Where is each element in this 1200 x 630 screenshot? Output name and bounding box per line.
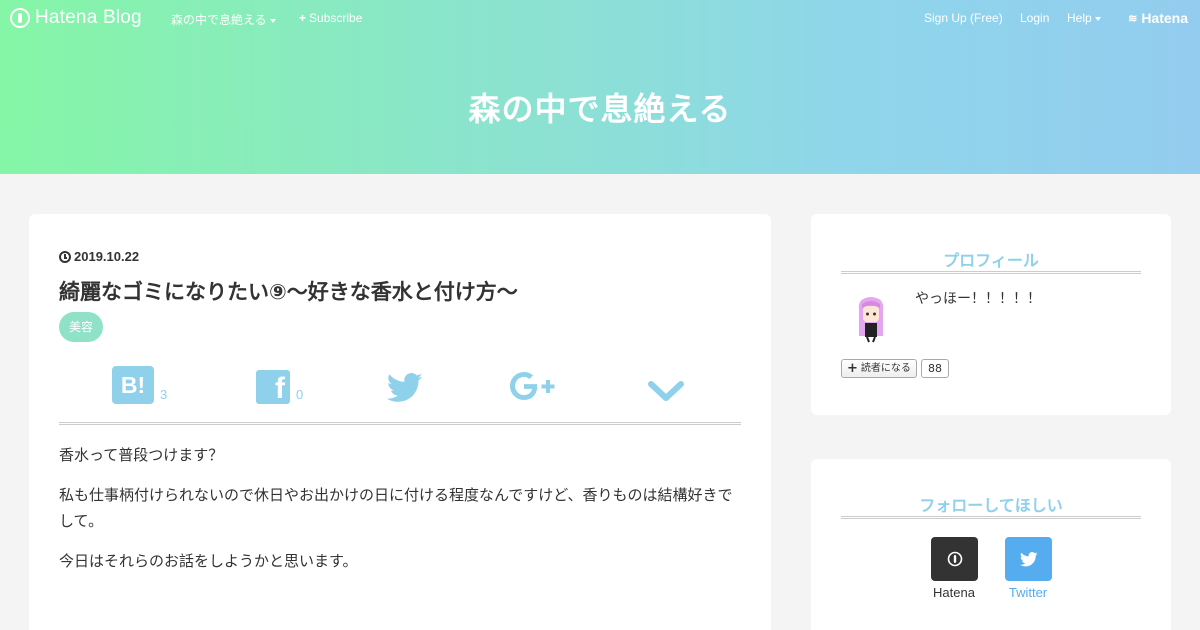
- category-badge[interactable]: 美容: [59, 312, 104, 342]
- share-buttons: B! 3 f 0: [59, 354, 741, 414]
- module-divider: [841, 516, 1141, 519]
- signup-link[interactable]: Sign Up (Free): [924, 11, 1003, 25]
- facebook-icon: f: [256, 370, 290, 404]
- hatena-logo-text: Hatena: [1141, 10, 1188, 26]
- clock-icon: [59, 250, 71, 263]
- blog-menu-label: 森の中で息絶える: [171, 13, 267, 27]
- become-reader-label: 読者になる: [860, 363, 911, 374]
- hatena-bookmark-share[interactable]: B! 3: [112, 354, 167, 404]
- follow-title: フォローしてほしい: [919, 496, 1063, 515]
- facebook-share[interactable]: f 0: [256, 354, 303, 404]
- profile-message: やっほー！！！！！: [915, 291, 1041, 307]
- share-divider: [59, 422, 741, 425]
- hatena-blog-logo-icon: [10, 8, 30, 28]
- follow-twitter-label[interactable]: Twitter: [988, 585, 1068, 600]
- follow-hatena-button[interactable]: [931, 537, 978, 581]
- article-card: 2019.10.22 綺麗なゴミになりたい⑨～好きな香水と付け方～ 美容 B! …: [29, 214, 771, 630]
- entry-paragraph: 私も仕事柄付けられないので休日やお出かけの日に付ける程度なんですけど、香りものは…: [59, 486, 733, 530]
- hatena-blog-brand[interactable]: Hatena Blog: [10, 7, 142, 29]
- entry-date-text: 2019.10.22: [74, 249, 140, 264]
- entry-title[interactable]: 綺麗なゴミになりたい⑨～好きな香水と付け方～: [59, 276, 518, 306]
- entry-paragraph: 今日はそれらのお話をしようかと思います。: [59, 552, 358, 570]
- global-header: Hatena Blog 森の中で息絶える + Subscribe Sign Up …: [0, 0, 1200, 36]
- caret-down-icon: [1094, 16, 1101, 21]
- twitter-icon: [387, 373, 423, 402]
- subscribe-button[interactable]: + Subscribe: [299, 11, 362, 25]
- entry-date[interactable]: 2019.10.22: [59, 249, 139, 264]
- hatena-logo-link[interactable]: ≋ Hatena: [1128, 10, 1188, 26]
- follow-twitter-button[interactable]: [1005, 537, 1052, 581]
- more-share-button[interactable]: [647, 354, 685, 404]
- twitter-share[interactable]: [387, 354, 423, 404]
- caret-down-icon: [269, 18, 276, 23]
- profile-title: プロフィール: [943, 251, 1039, 270]
- chevron-down-icon: [648, 381, 684, 401]
- avatar[interactable]: [853, 294, 889, 344]
- hatena-blog-icon: [947, 551, 962, 567]
- blog-header: Hatena Blog 森の中で息絶える + Subscribe Sign Up …: [0, 0, 1200, 174]
- help-label: Help: [1067, 11, 1092, 25]
- reader-count[interactable]: 88: [921, 359, 949, 378]
- become-reader-button[interactable]: + 読者になる: [841, 359, 917, 378]
- blog-menu[interactable]: 森の中で息絶える: [171, 11, 276, 28]
- twitter-icon: [1019, 551, 1038, 566]
- hatena-mark-icon: ≋: [1128, 12, 1138, 25]
- plus-icon: +: [299, 11, 307, 25]
- google-plus-share[interactable]: [507, 354, 561, 404]
- hatena-bookmark-count: 3: [160, 387, 168, 402]
- plus-icon: +: [847, 361, 858, 376]
- facebook-count: 0: [296, 387, 304, 402]
- module-divider: [841, 271, 1141, 274]
- hatena-bookmark-icon: B!: [112, 366, 154, 404]
- help-menu[interactable]: Help: [1067, 11, 1101, 25]
- brand-text: Hatena Blog: [35, 7, 142, 28]
- subscribe-label: Subscribe: [309, 11, 363, 25]
- follow-hatena-label[interactable]: Hatena: [914, 585, 994, 600]
- entry-paragraph: 香水って普段つけます？: [59, 446, 224, 464]
- follow-module: フォローしてほしい Hatena Twitter: [811, 459, 1171, 630]
- login-link[interactable]: Login: [1020, 11, 1049, 25]
- blog-title[interactable]: 森の中で息絶える: [0, 84, 1200, 130]
- google-plus-icon: [510, 372, 555, 400]
- profile-module: プロフィール やっほー！！！！！ + 読者になる 88: [811, 214, 1171, 415]
